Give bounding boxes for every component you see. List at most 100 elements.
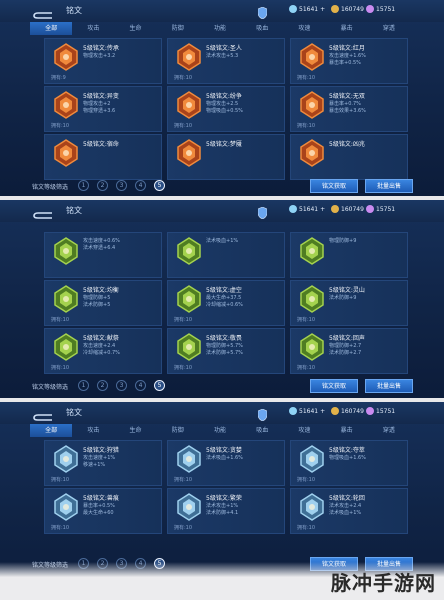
inscription-panel-1: 铭文 51641 +160749 15751 全部 攻击 生命 防御 功能 吸血 攻速 暴击 穿透 5级铭… bbox=[0, 0, 444, 196]
inscription-card[interactable]: 5级铭文:红月 攻击速度+1.6% 暴击率+0.5% 拥有:10 bbox=[290, 38, 408, 84]
tab-2[interactable]: 生命 bbox=[114, 22, 156, 35]
get-inscription-button[interactable]: 铭文获取 bbox=[310, 379, 358, 393]
green-inscription-emblem-icon bbox=[300, 333, 324, 361]
inscription-card[interactable]: 5级铭文:灵山 法术防御+9 拥有:10 bbox=[290, 280, 408, 326]
inscription-stat: 最大生命+37.5 bbox=[206, 295, 242, 301]
currency-diamond: 51641 + bbox=[289, 407, 325, 415]
blue-inscription-emblem-icon bbox=[177, 493, 201, 521]
back-icon[interactable] bbox=[32, 407, 54, 421]
red-inscription-emblem-icon bbox=[54, 43, 78, 71]
inscription-stat: 法术吸血+1% bbox=[329, 510, 362, 516]
tab-8[interactable]: 穿透 bbox=[368, 424, 410, 437]
add-icon[interactable]: + bbox=[320, 6, 325, 13]
tab-3[interactable]: 防御 bbox=[157, 424, 199, 437]
tab-1[interactable]: 攻击 bbox=[72, 22, 114, 35]
level-filter-3[interactable]: 3 bbox=[116, 380, 127, 391]
level-filter-5[interactable]: 5 bbox=[154, 180, 165, 191]
level-filter-5[interactable]: 5 bbox=[154, 380, 165, 391]
category-tabs: 全部 攻击 生命 防御 功能 吸血 攻速 暴击 穿透 bbox=[30, 22, 410, 35]
tab-8[interactable]: 穿透 bbox=[368, 22, 410, 35]
inscription-name: 5级铭文:贪婪 bbox=[206, 447, 242, 454]
tab-1[interactable]: 攻击 bbox=[72, 424, 114, 437]
inscription-stat: 冷却缩减+0.7% bbox=[83, 350, 120, 356]
inscription-name: 5级铭文:献祭 bbox=[83, 335, 119, 342]
level-filter-3[interactable]: 3 bbox=[116, 180, 127, 191]
level-filter-1[interactable]: 1 bbox=[78, 180, 89, 191]
tab-2[interactable]: 生命 bbox=[114, 424, 156, 437]
tab-6[interactable]: 攻速 bbox=[283, 22, 325, 35]
inscription-card[interactable]: 5级铭文:异变 物理攻击+2 物理穿透+3.6 拥有:10 bbox=[44, 86, 162, 132]
owned-count: 拥有:9 bbox=[51, 75, 66, 81]
inscription-card[interactable]: 5级铭文:夺萃 物理吸血+1.6% 拥有:10 bbox=[290, 440, 408, 486]
inscription-card[interactable]: 5级铭文:繁荣 法术攻击+1% 法术防御+4.1 拥有:10 bbox=[167, 488, 285, 534]
top-bar: 铭文 51641 +160749 15751 bbox=[0, 402, 444, 424]
inscription-card[interactable]: 5级铭文:梦魇 bbox=[167, 134, 285, 180]
inscription-card[interactable]: 5级铭文:敬畏 物理防御+5.7% 法术防御+5.7% 拥有:10 bbox=[167, 328, 285, 374]
inscription-name: 5级铭文:灵山 bbox=[329, 287, 365, 294]
inscription-card[interactable]: 5级铭文:兽痕 暴击率+0.5% 最大生命+60 拥有:10 bbox=[44, 488, 162, 534]
inscription-card[interactable]: 5级铭文:圣人 法术攻击+5.3 拥有:10 bbox=[167, 38, 285, 84]
owned-count: 拥有:10 bbox=[174, 365, 193, 371]
tab-3[interactable]: 防御 bbox=[157, 22, 199, 35]
level-filter-4[interactable]: 4 bbox=[135, 380, 146, 391]
inscription-card[interactable]: 5级铭文:献祭 攻击速度+2.4 冷却缩减+0.7% 拥有:10 bbox=[44, 328, 162, 374]
green-inscription-emblem-icon bbox=[300, 237, 324, 265]
inscription-card[interactable]: 攻击速度+0.6% 法术穿透+6.4 bbox=[44, 232, 162, 278]
inscription-card[interactable]: 5级铭文:贪婪 法术吸血+1.6% 拥有:10 bbox=[167, 440, 285, 486]
batch-sell-button[interactable]: 批量出售 bbox=[365, 179, 413, 193]
tab-0[interactable]: 全部 bbox=[30, 424, 73, 437]
inscription-card[interactable]: 5级铭文:轮回 法术攻击+2.4 法术吸血+1% 拥有:10 bbox=[290, 488, 408, 534]
tab-6[interactable]: 攻速 bbox=[283, 424, 325, 437]
inscription-card[interactable]: 5级铭文:纷争 物理攻击+2.5 物理吸血+0.5% 拥有:10 bbox=[167, 86, 285, 132]
green-inscription-emblem-icon bbox=[177, 333, 201, 361]
owned-count: 拥有:10 bbox=[51, 317, 70, 323]
red-inscription-emblem-icon bbox=[300, 43, 324, 71]
inscription-card[interactable]: 法术吸血+1% bbox=[167, 232, 285, 278]
red-inscription-emblem-icon bbox=[54, 91, 78, 119]
currency-diamond: 51641 + bbox=[289, 5, 325, 13]
owned-count: 拥有:10 bbox=[174, 123, 193, 129]
level-filter-1[interactable]: 1 bbox=[78, 380, 89, 391]
level-filter-2[interactable]: 2 bbox=[97, 180, 108, 191]
inscription-card[interactable]: 5级铭文:传承 物理攻击+3.2 拥有:9 bbox=[44, 38, 162, 84]
tab-4[interactable]: 功能 bbox=[199, 424, 241, 437]
level-filter-2[interactable]: 2 bbox=[97, 380, 108, 391]
inscription-card[interactable]: 物理防御+9 bbox=[290, 232, 408, 278]
inscription-card[interactable]: 5级铭文:凶兆 bbox=[290, 134, 408, 180]
owned-count: 拥有:10 bbox=[51, 123, 70, 129]
inscription-card[interactable]: 5级铭文:回声 物理防御+2.7 法术防御+2.7 拥有:10 bbox=[290, 328, 408, 374]
green-inscription-emblem-icon bbox=[300, 285, 324, 313]
inscription-card[interactable]: 5级铭文:虚空 最大生命+37.5 冷却缩减+0.6% 拥有:10 bbox=[167, 280, 285, 326]
tab-5[interactable]: 吸血 bbox=[241, 424, 283, 437]
inscription-card[interactable]: 5级铭文:宿命 bbox=[44, 134, 162, 180]
inscription-stat: 暴击率+0.5% bbox=[83, 503, 115, 509]
level-filter-4[interactable]: 4 bbox=[135, 180, 146, 191]
red-inscription-emblem-icon bbox=[177, 139, 201, 167]
back-icon[interactable] bbox=[32, 5, 54, 19]
inscription-stat: 暴击效果+3.6% bbox=[329, 108, 366, 114]
inscription-stat: 物理吸血+0.5% bbox=[206, 108, 243, 114]
tab-7[interactable]: 暴击 bbox=[326, 22, 368, 35]
tab-0[interactable]: 全部 bbox=[30, 22, 73, 35]
inscription-stat: 法术防御+2.7 bbox=[329, 350, 362, 356]
add-icon[interactable]: + bbox=[320, 408, 325, 415]
watermark-text: 脉冲手游网 bbox=[331, 571, 436, 595]
inscription-stat: 暴击率+0.7% bbox=[329, 101, 361, 107]
tab-7[interactable]: 暴击 bbox=[326, 424, 368, 437]
currency-value: 15751 bbox=[376, 5, 396, 13]
tab-4[interactable]: 功能 bbox=[199, 22, 241, 35]
gold-coin-icon bbox=[331, 407, 339, 415]
add-icon[interactable]: + bbox=[320, 206, 325, 213]
divider bbox=[0, 196, 444, 200]
inscription-panel-2: 铭文 51641 +160749 15751 攻击速度+0.6% 法术穿透+6.4 法术吸血… bbox=[0, 200, 444, 398]
inscription-card[interactable]: 5级铭文:狩猎 攻击速度+1% 移速+1% 拥有:10 bbox=[44, 440, 162, 486]
currency-value: 51641 bbox=[299, 407, 319, 415]
inscription-card[interactable]: 5级铭文:均衡 物理防御+5 法术防御+5 拥有:10 bbox=[44, 280, 162, 326]
get-inscription-button[interactable]: 铭文获取 bbox=[310, 179, 358, 193]
batch-sell-button[interactable]: 批量出售 bbox=[365, 379, 413, 393]
currency-value: 15751 bbox=[376, 205, 396, 213]
inscription-card[interactable]: 5级铭文:无双 暴击率+0.7% 暴击效果+3.6% 拥有:10 bbox=[290, 86, 408, 132]
tab-5[interactable]: 吸血 bbox=[241, 22, 283, 35]
inscription-name: 5级铭文:繁荣 bbox=[206, 495, 242, 502]
back-icon[interactable] bbox=[32, 205, 54, 219]
